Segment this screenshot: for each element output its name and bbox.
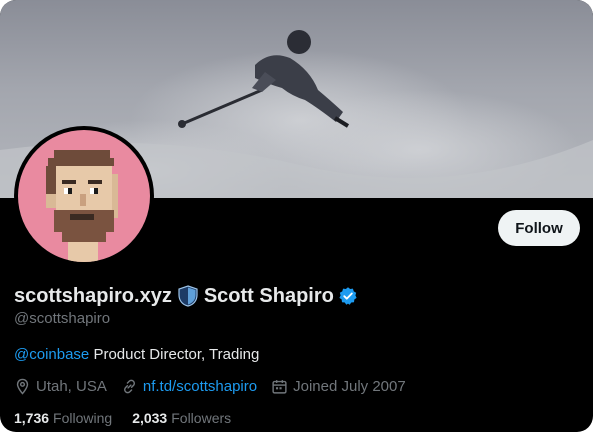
avatar-pixel-portrait — [18, 130, 150, 262]
profile-website-link[interactable]: nf.td/scottshapiro — [143, 378, 257, 395]
following-count: 1,736 — [14, 410, 50, 426]
verified-badge-icon[interactable] — [338, 286, 358, 306]
bio-text: Product Director, Trading — [89, 346, 260, 363]
followers-stat-link[interactable]: 2,033 Followers — [132, 410, 231, 426]
profile-stats: 1,736 Following 2,033 Followers — [14, 408, 251, 428]
display-name-primary: scottshapiro.xyz — [14, 284, 172, 307]
meta-location: Utah, USA — [14, 378, 107, 395]
profile-avatar[interactable] — [14, 126, 154, 266]
profile-card: Follow scottshapiro.xyz Scott Shapiro @s… — [0, 0, 593, 432]
following-stat-link[interactable]: 1,736 Following — [14, 410, 112, 426]
display-name-secondary: Scott Shapiro — [203, 284, 334, 307]
shield-icon — [178, 285, 198, 307]
followers-label: Followers — [171, 410, 232, 426]
pixel-face-icon — [46, 150, 118, 262]
link-icon — [123, 379, 135, 393]
followers-count: 2,033 — [132, 410, 168, 426]
profile-meta: Utah, USA nf.td/scottshapiro Joined July… — [14, 376, 420, 396]
location-pin-icon — [16, 378, 29, 395]
calendar-icon — [272, 379, 287, 394]
profile-handle: @scottshapiro — [14, 310, 111, 327]
profile-bio: @coinbase Product Director, Trading — [14, 346, 259, 363]
following-label: Following — [53, 410, 113, 426]
location-text: Utah, USA — [36, 377, 107, 395]
meta-joined: Joined July 2007 — [271, 378, 406, 395]
follow-button[interactable]: Follow — [498, 210, 580, 246]
joined-text: Joined July 2007 — [293, 377, 406, 395]
bio-mention-link[interactable]: @coinbase — [14, 346, 89, 363]
profile-name-row: scottshapiro.xyz Scott Shapiro — [14, 281, 364, 311]
meta-link: nf.td/scottshapiro — [121, 378, 257, 395]
